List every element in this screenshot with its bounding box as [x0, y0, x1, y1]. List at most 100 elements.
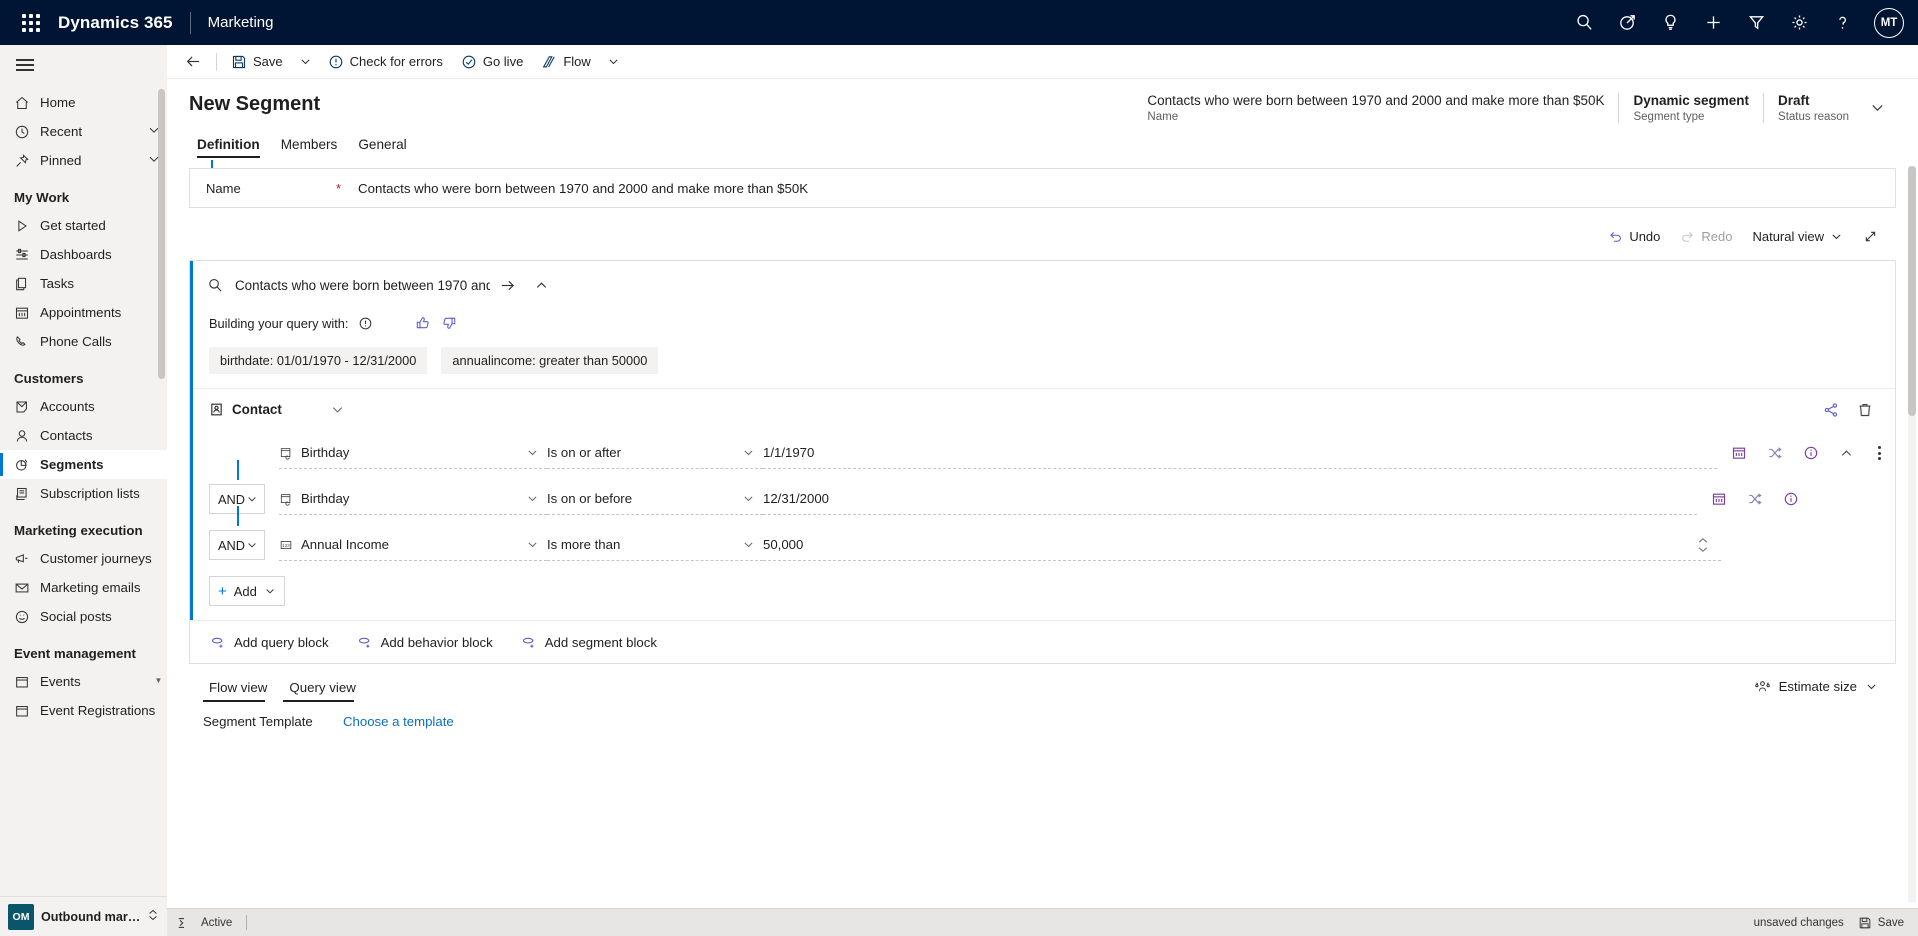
add-condition-button[interactable]: + Add [209, 576, 285, 606]
insights-button[interactable] [1651, 4, 1689, 42]
sidebar-item-subscription-lists[interactable]: Subscription lists [0, 479, 167, 508]
add-segment-block-button[interactable]: Add segment block [521, 634, 657, 650]
chevron-down-icon[interactable] [526, 538, 539, 551]
back-button[interactable] [177, 48, 210, 76]
choose-template-link[interactable]: Choose a template [343, 714, 454, 729]
query-chip[interactable]: birthdate: 01/01/1970 - 12/31/2000 [209, 347, 428, 374]
redo-label: Redo [1701, 228, 1733, 244]
chevron-down-icon[interactable] [742, 492, 755, 505]
search-button[interactable] [1565, 4, 1603, 42]
flow-button[interactable]: Flow [533, 48, 598, 76]
sidebar-item-marketing-emails[interactable]: Marketing emails [0, 573, 167, 602]
go-live-button[interactable]: Go live [453, 48, 531, 76]
tab-definition[interactable]: Definition [189, 131, 268, 160]
add-behavior-block-button[interactable]: Add behavior block [357, 634, 493, 650]
entity-selector-chevron[interactable] [330, 402, 345, 417]
diagnostics-button[interactable] [1608, 4, 1646, 42]
sidebar-item-home[interactable]: Home [0, 88, 167, 117]
chevron-down-icon[interactable] [147, 123, 161, 140]
page-scrollbar[interactable] [1908, 166, 1916, 902]
sitemap-toggle-button[interactable] [0, 45, 167, 85]
thumbs-up-button[interactable] [415, 315, 431, 331]
tab-members[interactable]: Members [273, 131, 346, 160]
settings-button[interactable] [1780, 4, 1818, 42]
sidebar-item-event-registrations[interactable]: Event Registrations ▼ [0, 676, 167, 725]
view-mode-selector[interactable]: Natural view [1744, 222, 1851, 250]
scroll-down-arrow[interactable]: ▼ [153, 676, 164, 685]
add-query-block-button[interactable]: Add query block [210, 634, 329, 650]
thumbs-down-button[interactable] [441, 315, 457, 331]
more-options-icon[interactable] [1874, 446, 1885, 460]
sidebar-item-phone-calls[interactable]: Phone Calls [0, 327, 167, 356]
stepper-up-icon[interactable] [1697, 537, 1709, 544]
chevron-down-icon[interactable] [526, 446, 539, 459]
area-switcher[interactable]: OM Outbound market... [0, 896, 167, 936]
undo-button[interactable]: Undo [1600, 222, 1668, 250]
condition-attribute-selector[interactable]: 123 Annual Income [279, 529, 547, 561]
redo-button[interactable]: Redo [1672, 222, 1740, 250]
save-button[interactable]: Save [223, 48, 291, 76]
sidebar-item-segments[interactable]: Segments [0, 450, 167, 479]
tab-flow-view[interactable]: Flow view [203, 676, 273, 704]
natural-language-query-input[interactable]: Contacts who were born between 1970 and … [235, 278, 490, 293]
info-button[interactable] [358, 316, 373, 331]
sidebar-item-accounts[interactable]: Accounts [0, 392, 167, 421]
condition-value-input[interactable]: 1/1/1970 [763, 437, 1717, 469]
condition-info-button[interactable] [1803, 445, 1819, 461]
app-launcher-button[interactable] [14, 13, 48, 32]
brand-title[interactable]: Dynamics 365 [58, 13, 173, 33]
navigation-scroll-area[interactable]: Home Recent Pinned My Work Get started D… [0, 85, 167, 896]
condition-operator-selector[interactable]: Is on or before [547, 483, 763, 515]
sidebar-item-contacts[interactable]: Contacts [0, 421, 167, 450]
calendar-picker-button[interactable] [1711, 491, 1727, 507]
estimate-size-button[interactable]: Estimate size [1746, 678, 1886, 703]
filter-button[interactable] [1737, 4, 1775, 42]
sidebar-item-dashboards[interactable]: Dashboards [0, 240, 167, 269]
condition-attribute-selector[interactable]: Birthday [279, 437, 547, 469]
app-name[interactable]: Marketing [208, 14, 274, 31]
chevron-down-icon[interactable] [742, 446, 755, 459]
condition-attribute-selector[interactable]: Birthday [279, 483, 547, 515]
check-for-errors-button[interactable]: Check for errors [320, 48, 451, 76]
calendar-picker-button[interactable] [1731, 445, 1747, 461]
tab-query-view[interactable]: Query view [283, 676, 362, 704]
condition-info-button[interactable] [1783, 491, 1799, 507]
sidebar-item-customer-journeys[interactable]: Customer journeys [0, 544, 167, 573]
submit-query-button[interactable] [490, 277, 524, 294]
condition-operator-selector[interactable]: Is more than [547, 529, 763, 561]
collapse-condition-button[interactable] [1839, 446, 1854, 461]
chevron-down-icon[interactable] [742, 538, 755, 551]
share-block-button[interactable] [1823, 402, 1839, 418]
header-expand-button[interactable] [1863, 93, 1896, 119]
collapse-query-button[interactable] [524, 278, 558, 293]
condition-value-input[interactable]: 50,000 [763, 529, 1721, 561]
tab-general[interactable]: General [350, 131, 414, 160]
toggle-relative-date-button[interactable] [1747, 491, 1763, 507]
sidebar-item-tasks[interactable]: Tasks [0, 269, 167, 298]
sidebar-item-events[interactable]: Events [0, 667, 167, 696]
name-input[interactable]: Contacts who were born between 1970 and … [358, 181, 808, 196]
flow-options-button[interactable] [601, 48, 626, 76]
delete-block-button[interactable] [1857, 402, 1873, 418]
number-stepper[interactable] [1697, 537, 1713, 553]
sidebar-item-social-posts[interactable]: Social posts [0, 602, 167, 631]
help-button[interactable] [1823, 4, 1861, 42]
sidebar-item-pinned[interactable]: Pinned [0, 146, 167, 175]
chevron-down-icon[interactable] [147, 152, 161, 169]
quick-create-button[interactable] [1694, 4, 1732, 42]
user-avatar[interactable]: MT [1874, 7, 1904, 38]
condition-operator-selector[interactable]: Is on or after [547, 437, 763, 469]
condition-value-input[interactable]: 12/31/2000 [763, 483, 1697, 515]
toggle-relative-date-button[interactable] [1767, 445, 1783, 461]
status-save-button[interactable]: Save [1858, 916, 1904, 930]
sidebar-item-recent[interactable]: Recent [0, 117, 167, 146]
query-chip[interactable]: annualincome: greater than 50000 [441, 347, 659, 374]
save-options-button[interactable] [293, 48, 318, 76]
expand-query-button[interactable] [1855, 222, 1886, 250]
sidebar-item-appointments[interactable]: Appointments [0, 298, 167, 327]
stepper-down-icon[interactable] [1697, 546, 1709, 553]
sidebar-item-get-started[interactable]: Get started [0, 211, 167, 240]
chevron-down-icon[interactable] [526, 492, 539, 505]
scrollbar-thumb[interactable] [1908, 166, 1916, 416]
condition-connector-selector[interactable]: AND [209, 530, 265, 560]
